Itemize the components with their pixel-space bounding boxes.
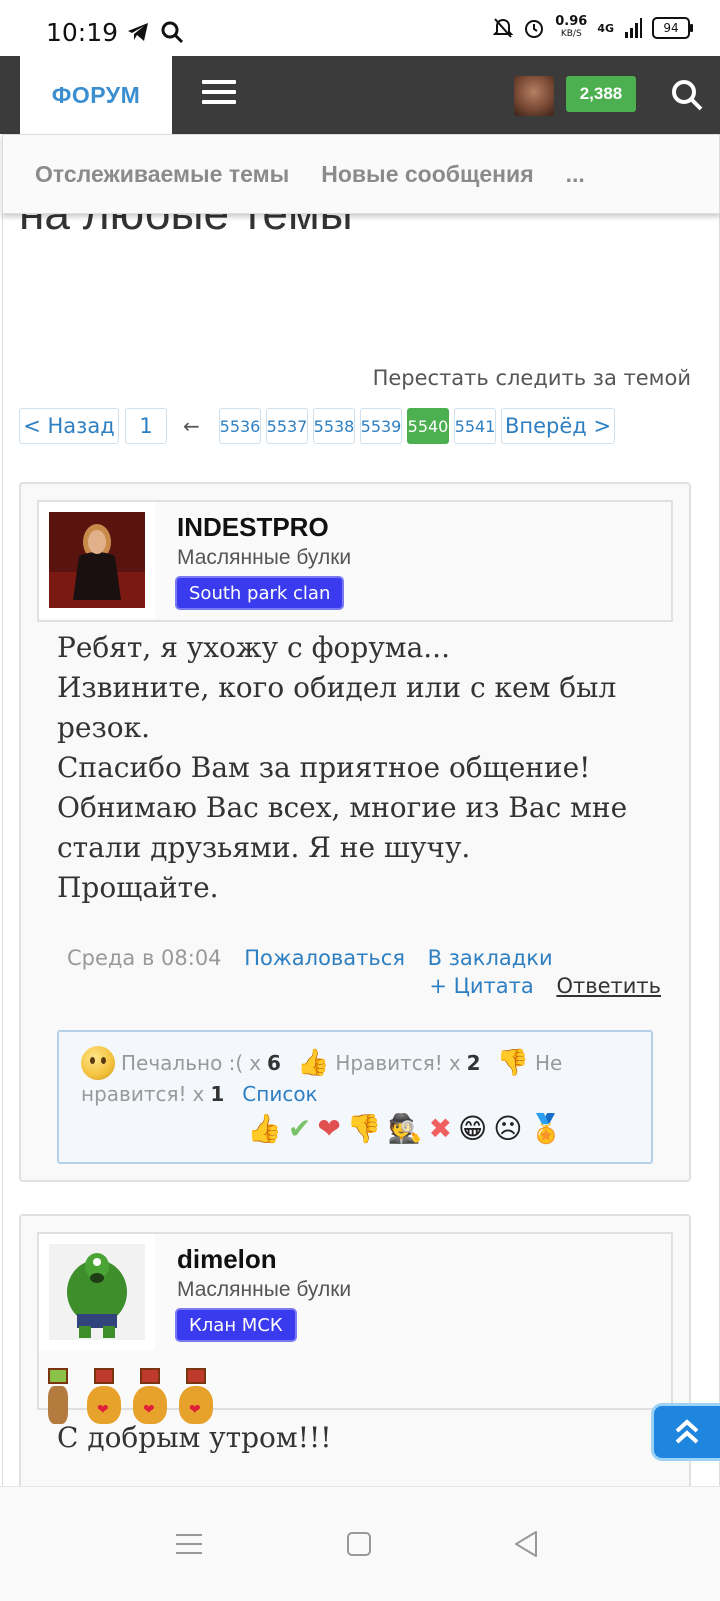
reactions-list-link[interactable]: Список [242, 1082, 317, 1106]
author-name[interactable]: INDESTPRO [177, 512, 329, 543]
double-chevron-up-icon [675, 1419, 699, 1444]
sad-emoji-icon [81, 1046, 115, 1080]
sad-count: 6 [267, 1051, 281, 1075]
top-nav: ФОРУМ 2,388 [0, 56, 720, 134]
like-count: 2 [466, 1051, 481, 1075]
author-clan-badge[interactable]: Клан МСК [177, 1310, 295, 1340]
menu-icon[interactable] [172, 1527, 206, 1561]
page-button[interactable]: 5538 [313, 408, 355, 444]
author-clan-badge[interactable]: South park clan [177, 578, 343, 608]
page-current[interactable]: 5540 [407, 408, 449, 444]
back-icon[interactable] [510, 1527, 544, 1561]
author-avatar[interactable] [49, 512, 145, 608]
post: dimelon Маслянные булки Клан МСК ❤ ❤ ❤ С… [19, 1214, 691, 1512]
search-icon [161, 21, 184, 44]
page-next-button[interactable]: Вперёд > [501, 408, 615, 444]
quote-link[interactable]: + Цитата [429, 974, 533, 998]
thread-title: на любые темы [19, 210, 353, 239]
react-dislike-icon[interactable]: 👎 [347, 1112, 382, 1145]
react-spy-icon[interactable]: 🕵 [388, 1112, 423, 1145]
page-button[interactable]: 5541 [454, 408, 496, 444]
user-avatar[interactable] [514, 76, 554, 116]
react-cross-icon[interactable]: ✖ [429, 1112, 452, 1145]
mute-bell-icon [493, 18, 514, 38]
dislike-count: 1 [210, 1082, 225, 1106]
react-heart-icon[interactable]: ❤ [317, 1112, 340, 1145]
post-time: Среда в 08:04 [67, 946, 222, 970]
post-author-bar: dimelon Маслянные булки Клан МСК ❤ ❤ ❤ [37, 1232, 673, 1424]
post-body: С добрым утром!!! [57, 1421, 332, 1454]
page-button[interactable]: 5539 [360, 408, 402, 444]
subnav-new-posts[interactable]: Новые сообщения [321, 161, 533, 188]
reactions-box: Печально :( x 6 👍 Нравится! x 2 👎 Не нра… [57, 1030, 653, 1164]
post-actions: + Цитата Ответить [429, 974, 661, 998]
battery-indicator: 94 [652, 17, 693, 39]
author-rank: Маслянные булки [177, 1278, 352, 1301]
page-jump-arrow[interactable]: ← [183, 414, 200, 438]
reply-link[interactable]: Ответить [556, 974, 661, 998]
network-type: 4G [597, 21, 614, 35]
subnav-watched-threads[interactable]: Отслеживаемые темы [35, 161, 289, 188]
home-icon[interactable] [342, 1527, 376, 1561]
post-author-bar: INDESTPRO Маслянные булки South park cla… [37, 500, 673, 622]
thread-content: на любые темы Перестать следить за темой… [2, 210, 720, 1512]
react-smile-icon[interactable]: 😁 [458, 1112, 487, 1145]
reaction-picker: 👍 ✔ ❤ 👎 🕵 ✖ 😁 ☹ 🏅 [247, 1112, 563, 1145]
system-nav-bar [0, 1486, 720, 1601]
page-button[interactable]: 5537 [266, 408, 308, 444]
menu-icon[interactable] [202, 80, 236, 106]
bookmark-link[interactable]: В закладки [428, 946, 553, 970]
net-speed: 0.96 KB/S [555, 14, 588, 39]
alarm-icon [525, 20, 544, 38]
status-time: 10:19 [46, 18, 119, 47]
search-icon[interactable] [670, 78, 704, 112]
telegram-icon [128, 23, 148, 41]
thumbs-down-icon: 👎 [496, 1048, 529, 1078]
status-bar: 10:19 0.96 KB/S 4G 94 [0, 0, 720, 56]
author-avatar[interactable] [49, 1244, 145, 1340]
user-score-badge[interactable]: 2,388 [566, 76, 636, 112]
react-like-icon[interactable]: 👍 [247, 1112, 282, 1145]
post: INDESTPRO Маслянные булки South park cla… [19, 482, 691, 1182]
thumbs-up-icon: 👍 [296, 1048, 330, 1078]
scroll-top-button[interactable] [654, 1406, 720, 1458]
page-button[interactable]: 5536 [219, 408, 261, 444]
report-link[interactable]: Пожаловаться [244, 946, 405, 970]
page-prev-button[interactable]: < Назад [19, 408, 119, 444]
sub-nav: Отслеживаемые темы Новые сообщения ... [2, 134, 720, 214]
unfollow-link[interactable]: Перестать следить за темой [373, 366, 691, 390]
signal-icon [625, 18, 642, 38]
page-first-button[interactable]: 1 [125, 408, 167, 444]
post-meta: Среда в 08:04 Пожаловаться В закладки [67, 946, 553, 970]
subnav-more[interactable]: ... [566, 161, 585, 188]
react-check-icon[interactable]: ✔ [288, 1112, 311, 1145]
react-medal-icon[interactable]: 🏅 [528, 1112, 563, 1145]
author-rank: Маслянные булки [177, 546, 352, 569]
author-name[interactable]: dimelon [177, 1244, 277, 1275]
tab-forum[interactable]: ФОРУМ [20, 56, 172, 134]
react-sad-icon[interactable]: ☹ [493, 1112, 522, 1145]
post-body: Ребят, я ухожу с форума... Извините, ког… [57, 631, 628, 904]
